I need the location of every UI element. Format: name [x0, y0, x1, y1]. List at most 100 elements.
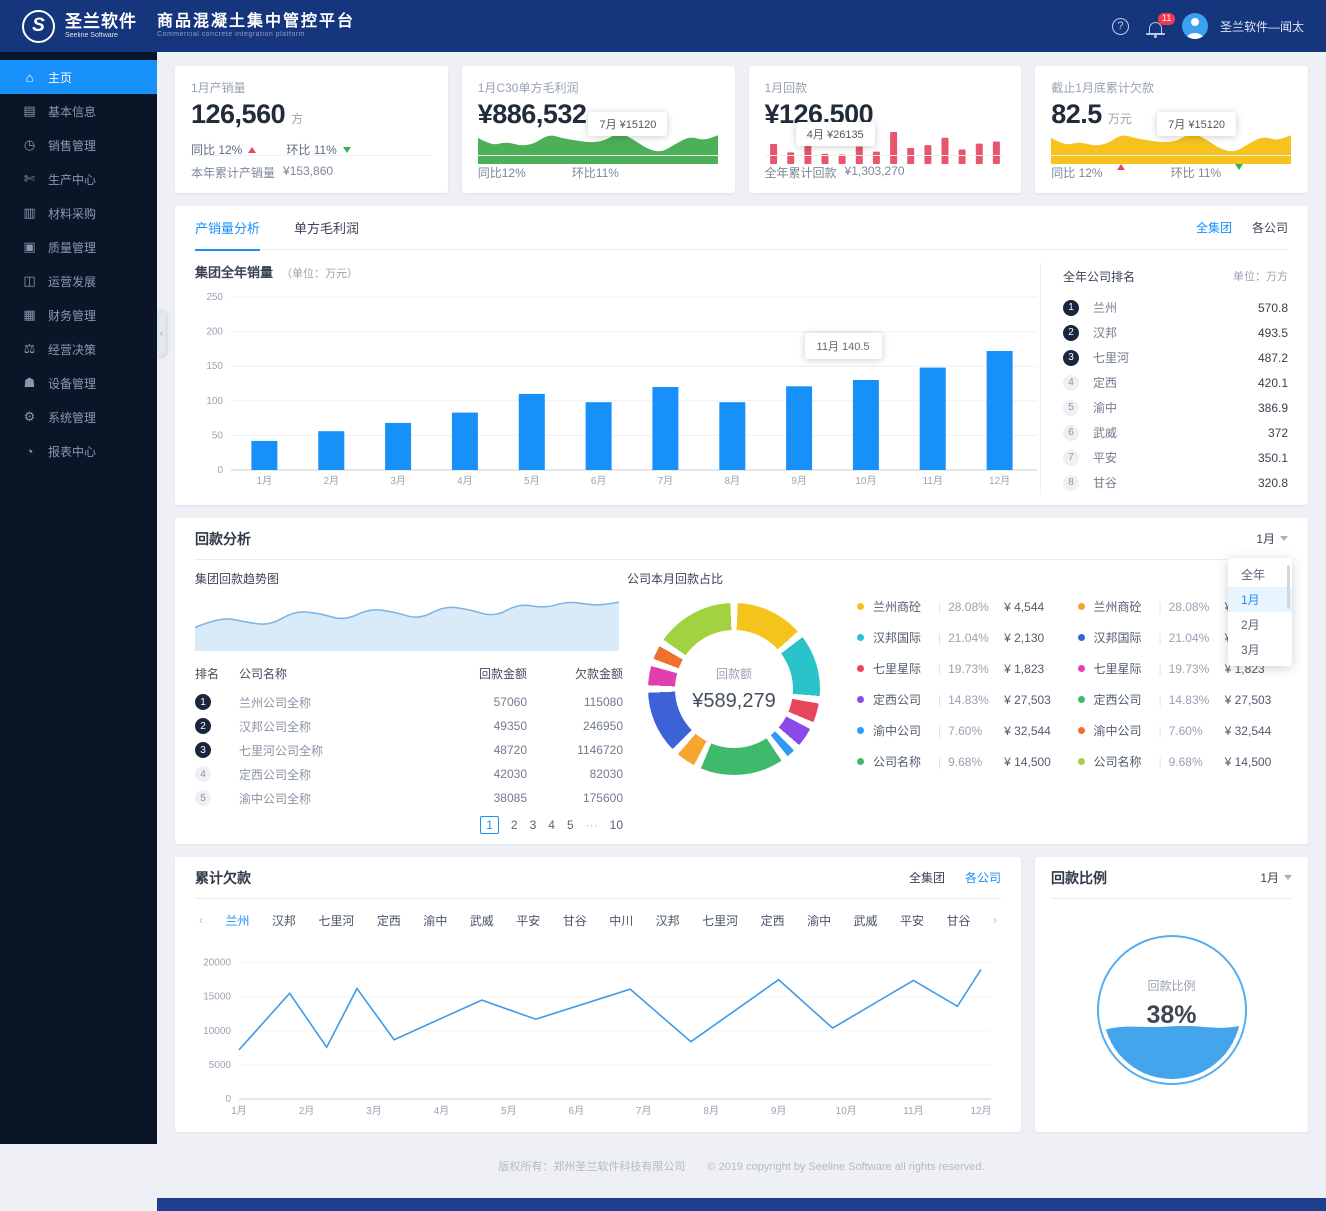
sidebar-item-basic-info[interactable]: ▤ 基本信息: [0, 94, 157, 128]
page-button[interactable]: 10: [610, 818, 623, 832]
svg-text:4月: 4月: [434, 1105, 450, 1117]
scope-whole-group[interactable]: 全集团: [1196, 219, 1232, 236]
company-tab[interactable]: 中川: [609, 912, 633, 929]
month-select[interactable]: 1月: [1256, 530, 1288, 547]
tab-unit-gross-profit[interactable]: 单方毛利润: [294, 206, 359, 250]
legend-amount: ¥ 2,130: [1004, 630, 1045, 645]
month-option[interactable]: 2月: [1228, 612, 1292, 637]
month-select[interactable]: 1月: [1260, 869, 1292, 886]
month-option[interactable]: 1月: [1228, 587, 1292, 612]
svg-text:12月: 12月: [970, 1105, 991, 1117]
collection-amount: 38085: [493, 791, 527, 805]
legend-item[interactable]: 渝中公司 | 7.60% ¥ 32,544: [857, 722, 1068, 739]
page-button[interactable]: 4: [548, 818, 555, 832]
svg-text:250: 250: [206, 292, 223, 303]
company-tab[interactable]: 武威: [854, 912, 878, 929]
divider: |: [1158, 692, 1162, 707]
scrollbar[interactable]: [1287, 565, 1290, 609]
company-tab[interactable]: 平安: [516, 912, 540, 929]
logo-icon: S: [22, 9, 55, 43]
scope-whole-group[interactable]: 全集团: [909, 869, 945, 886]
kpi-title: 1月产销量: [191, 81, 246, 95]
rank-badge: 8: [1063, 474, 1079, 491]
company-name: 兰州公司全称: [239, 695, 312, 710]
rank-badge: 5: [195, 790, 211, 807]
table-row: 1 兰州公司全称 57060 115080: [195, 690, 623, 714]
prev-arrow-icon[interactable]: ‹: [199, 913, 203, 927]
next-arrow-icon[interactable]: ›: [993, 913, 997, 927]
pagination-ellipsis: ···: [585, 818, 598, 832]
arrears-line-chart[interactable]: 0 5000 10000 15000 20000 1月 2月 3月 4月 5月 6月 7月 8月 9月 10…: [195, 941, 1001, 1124]
sidebar-item-operations[interactable]: ◫ 运营发展: [0, 264, 157, 298]
legend-name: 渝中公司: [1093, 724, 1142, 738]
kpi-footer-value: ¥153,860: [283, 164, 334, 178]
avatar[interactable]: [1181, 13, 1208, 39]
company-tab[interactable]: 兰州: [225, 912, 249, 929]
svg-text:11月: 11月: [903, 1105, 923, 1117]
page-button[interactable]: 2: [511, 818, 518, 832]
company-tab[interactable]: 汉邦: [656, 912, 680, 929]
mini-area-chart[interactable]: 7月 ¥15120: [1051, 112, 1292, 164]
mini-area-chart[interactable]: 7月 ¥15120: [477, 112, 719, 164]
sidebar-item-finance[interactable]: ▦ 财务管理: [0, 298, 157, 332]
month-option[interactable]: 全年: [1228, 562, 1292, 587]
legend-item[interactable]: 兰州商砼 | 28.08% ¥ 4,544: [857, 598, 1068, 615]
table-row: 5 渝中公司全称 38085 175600: [195, 786, 623, 810]
company-tab[interactable]: 七里河: [702, 912, 738, 929]
page-button[interactable]: 3: [530, 818, 537, 832]
legend-item[interactable]: 定西公司 | 14.83% ¥ 27,503: [1077, 691, 1289, 708]
help-icon[interactable]: ?: [1111, 17, 1129, 35]
sidebar-item-purchase[interactable]: ▥ 材料采购: [0, 196, 157, 230]
page-button[interactable]: 5: [567, 818, 574, 832]
company-tab[interactable]: 七里河: [318, 912, 354, 929]
company-tab[interactable]: 渝中: [807, 912, 831, 929]
month-option[interactable]: 3月: [1228, 637, 1292, 662]
company-tab[interactable]: 汉邦: [272, 912, 296, 929]
sidebar-item-production[interactable]: ✄ 生产中心: [0, 162, 157, 196]
sidebar-item-home[interactable]: ⌂ 主页: [0, 60, 157, 94]
company-tab[interactable]: 定西: [377, 912, 401, 929]
company-tab[interactable]: 渝中: [423, 912, 447, 929]
legend-item[interactable]: 公司名称 | 9.68% ¥ 14,500: [1077, 753, 1289, 770]
company-tab[interactable]: 平安: [900, 912, 924, 929]
legend-item[interactable]: 渝中公司 | 7.60% ¥ 32,544: [1077, 722, 1289, 739]
liquid-gauge-chart[interactable]: 回款比例 38%: [1096, 935, 1247, 1085]
kpi-title: 1月C30单方毛利润: [477, 81, 579, 95]
collection-table: 排名 公司名称 回款金额 欠款金额 1 兰州公司全称 57060 115080 2 汉邦公司全称 4…: [195, 661, 623, 810]
sidebar-item-report[interactable]: ◔ 报表中心: [0, 434, 157, 468]
company-tab[interactable]: 甘谷: [946, 912, 970, 929]
legend-item[interactable]: 七里星际 | 19.73% ¥ 1,823: [857, 660, 1068, 677]
collection-share-donut-chart[interactable]: 回款额 ¥589,279: [648, 603, 820, 775]
donut-center-value: ¥589,279: [692, 690, 776, 712]
sidebar-item-sales[interactable]: ◷ 销售管理: [0, 128, 157, 162]
collection-body: 集团回款趋势图 排名 公司名称 回款金额 欠款金额 1 兰州公司全称 57060 115080…: [194, 560, 1289, 834]
bottom-row: 累计欠款 全集团 各公司 ‹ 兰州 汉邦 七里河 定西 渝中 武威 平安 甘谷 中川 汉邦 七里河 定西 渝…: [175, 857, 1308, 1132]
scope-each-company[interactable]: 各公司: [965, 869, 1001, 886]
legend-item[interactable]: 定西公司 | 14.83% ¥ 27,503: [857, 691, 1068, 708]
sidebar-item-equipment[interactable]: ☗ 设备管理: [0, 366, 157, 400]
kpi-title: 1月回款: [764, 81, 808, 95]
rank-badge: 3: [1063, 349, 1079, 366]
legend-item[interactable]: 公司名称 | 9.68% ¥ 14,500: [857, 753, 1068, 770]
app-title: 商品混凝土集中管控平台 Commercial concrete integrat…: [157, 12, 355, 40]
svg-text:2月: 2月: [324, 475, 340, 487]
notifications-button[interactable]: 11: [1145, 13, 1176, 38]
company-tab[interactable]: 武威: [470, 912, 494, 929]
svg-text:0: 0: [217, 465, 223, 476]
scope-each-company[interactable]: 各公司: [1252, 219, 1288, 236]
sidebar-collapse-handle[interactable]: ‹: [157, 310, 166, 356]
company-tab[interactable]: 甘谷: [563, 912, 587, 929]
company-name: 兰州: [1093, 301, 1118, 315]
username[interactable]: 圣兰软件—闻太: [1220, 18, 1304, 35]
sidebar-item-system[interactable]: ⚙ 系统管理: [0, 400, 157, 434]
svg-text:2月: 2月: [299, 1105, 315, 1117]
mini-bar-chart[interactable]: 4月 ¥26135: [765, 122, 1006, 164]
annual-sales-bar-chart[interactable]: 0 50 100 150 200 250 1月 2月 3月 4月 5月 6月 7月 8月 9月 10月 11月 1…: [195, 285, 1037, 495]
page-button[interactable]: 1: [480, 816, 499, 834]
legend-item[interactable]: 汉邦国际 | 21.04% ¥ 2,130: [857, 629, 1068, 646]
tab-sales-analysis[interactable]: 产销量分析: [195, 206, 261, 251]
sidebar-item-quality[interactable]: ▣ 质量管理: [0, 230, 157, 264]
sidebar-item-decision[interactable]: ⚖ 经营决策: [0, 332, 157, 366]
collection-trend-chart[interactable]: [194, 595, 623, 651]
company-tab[interactable]: 定西: [761, 912, 785, 929]
